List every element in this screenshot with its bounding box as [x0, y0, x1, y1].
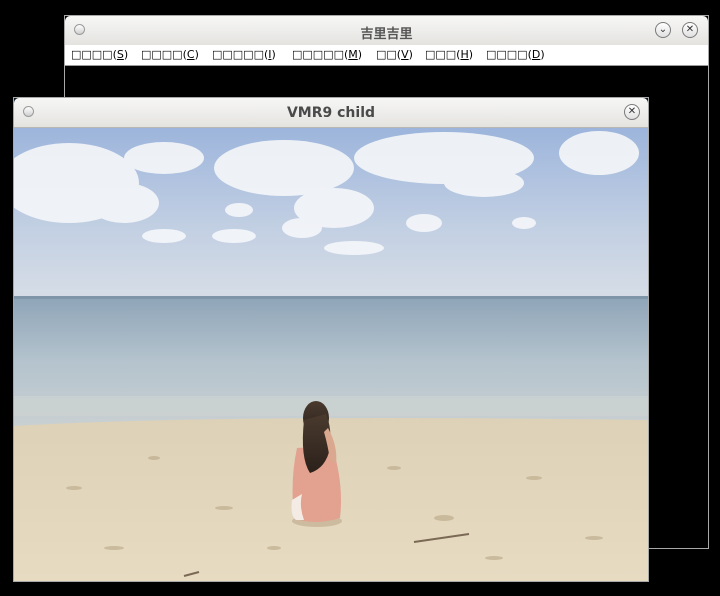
- child-window-title: VMR9 child: [286, 105, 376, 121]
- main-window-title: 吉里吉里: [360, 27, 413, 42]
- menu-bar: □□□□(S) □□□□(C) □□□□□(I) □□□□□(M) □□(V) …: [65, 45, 708, 66]
- menu-item-h[interactable]: □□□(H): [425, 48, 473, 61]
- menu-item-d[interactable]: □□□□(D): [486, 48, 545, 61]
- main-titlebar[interactable]: 吉里吉里 ⌄ ✕: [65, 16, 708, 46]
- menu-item-v[interactable]: □□(V): [376, 48, 413, 61]
- menu-item-c[interactable]: □□□□(C): [141, 48, 199, 61]
- video-frame: [14, 128, 648, 581]
- horizon-line: [14, 296, 648, 299]
- menu-item-i[interactable]: □□□□□(I): [212, 48, 276, 61]
- close-icon[interactable]: ✕: [682, 22, 698, 38]
- chevron-down-icon[interactable]: ⌄: [655, 22, 671, 38]
- vmr9-child-window: VMR9 child ✕: [13, 97, 649, 582]
- child-titlebar[interactable]: VMR9 child ✕: [14, 98, 648, 128]
- close-icon[interactable]: ✕: [624, 104, 640, 120]
- menu-item-s[interactable]: □□□□(S): [71, 48, 128, 61]
- menu-item-m[interactable]: □□□□□(M): [292, 48, 362, 61]
- shore-water: [14, 396, 648, 416]
